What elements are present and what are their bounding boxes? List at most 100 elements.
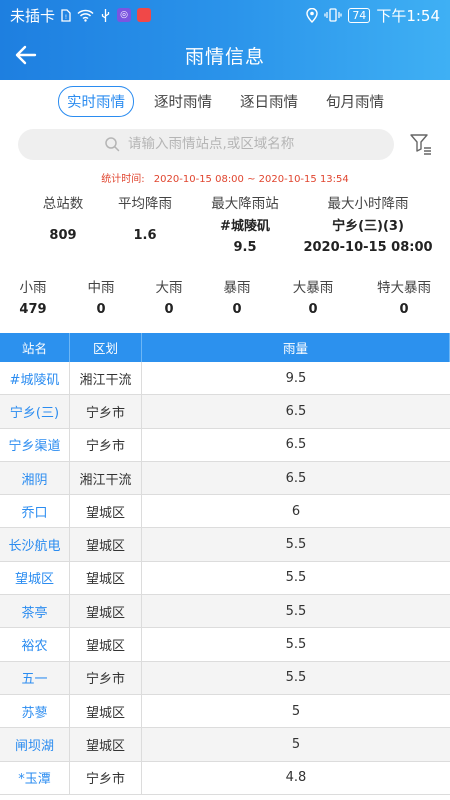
level-label: 小雨 (19, 280, 47, 296)
station-name-link[interactable]: 长沙航电 (0, 528, 70, 561)
station-name-link[interactable]: 望城区 (0, 561, 70, 595)
carrier-text: 未插卡 (10, 6, 56, 25)
table-row[interactable]: 望城区 望城区 5.5 (0, 561, 450, 596)
station-name-link[interactable]: 茶亭 (0, 595, 70, 628)
tab-bar: 实时雨情 逐时雨情 逐日雨情 旬月雨情 (0, 85, 450, 117)
rainfall-cell: 5.5 (285, 670, 307, 686)
region-cell: 望城区 (70, 628, 142, 661)
app-notification-icon: ◎ (117, 8, 132, 22)
clock-text: 下午1:54 (376, 6, 440, 25)
rainfall-cell: 4.8 (285, 770, 307, 786)
rain-level-stats: 小雨 479 中雨 0 大雨 0 暴雨 0 大暴雨 0 特大暴雨 0 (0, 278, 450, 328)
status-bar: 未插卡 ! ◎ 74 下午1:54 (0, 0, 450, 30)
tab-realtime-rain[interactable]: 实时雨情 (58, 85, 134, 117)
search-input[interactable] (128, 136, 308, 152)
table-row[interactable]: 湘阴 湘江干流 6.5 (0, 461, 450, 496)
total-stations-stat: 总站数 809 (28, 194, 98, 244)
level-label: 大雨 (155, 280, 183, 296)
table-row[interactable]: 苏蓼 望城区 5 (0, 694, 450, 729)
page-title: 雨情信息 (184, 45, 265, 68)
column-header-region[interactable]: 区划 (70, 333, 142, 362)
stat-time-range: 2020-10-15 08:00 ~ 2020-10-15 13:54 (153, 174, 349, 185)
station-name-link[interactable]: #城陵矶 (0, 362, 70, 395)
max-station-name: #城陵矶 (220, 219, 270, 234)
level-heavy-rain: 大雨 0 (146, 278, 192, 317)
station-name-link[interactable]: 宁乡(三) (0, 395, 70, 428)
max-station-stat: 最大降雨站 #城陵矶 9.5 (200, 194, 290, 256)
svg-text:!: ! (65, 14, 67, 21)
station-name-link[interactable]: 湘阴 (0, 461, 70, 495)
rainfall-cell: 6.5 (285, 403, 307, 419)
tab-daily-rain[interactable]: 逐日雨情 (232, 87, 306, 116)
rain-table: 站名 区划 雨量 #城陵矶 湘江干流 9.5 宁乡(三) 宁乡市 6.5 宁乡渠道 宁乡市 6.… (0, 333, 450, 795)
station-name-link[interactable]: 裕农 (0, 628, 70, 661)
max-station-value: 9.5 (233, 240, 257, 255)
wifi-icon (77, 9, 94, 22)
max-hourly-stat: 最大小时降雨 宁乡(三)(3) 2020-10-15 08:00 (298, 194, 438, 256)
region-cell: 望城区 (70, 694, 142, 728)
column-header-rainfall[interactable]: 雨量 (142, 333, 450, 362)
table-row[interactable]: 茶亭 望城区 5.5 (0, 595, 450, 629)
region-cell: 宁乡市 (70, 661, 142, 694)
level-label: 特大暴雨 (377, 280, 431, 296)
station-name-link[interactable]: 苏蓼 (0, 694, 70, 728)
tab-monthly-rain[interactable]: 旬月雨情 (318, 87, 392, 116)
table-row[interactable]: 闸坝湖 望城区 5 (0, 728, 450, 762)
level-rainstorm: 暴雨 0 (214, 278, 260, 317)
level-value: 0 (164, 302, 174, 317)
region-cell: 宁乡市 (70, 395, 142, 428)
station-name-link[interactable]: 五一 (0, 661, 70, 694)
table-row[interactable]: *玉潭 宁乡市 4.8 (0, 761, 450, 795)
table-row[interactable]: 宁乡渠道 宁乡市 6.5 (0, 428, 450, 462)
station-name-link[interactable]: 闸坝湖 (0, 728, 70, 761)
level-moderate-rain: 中雨 0 (78, 278, 124, 317)
region-cell: 望城区 (70, 595, 142, 628)
stat-time-label: 统计时间: (101, 174, 145, 185)
table-row[interactable]: 长沙航电 望城区 5.5 (0, 528, 450, 562)
level-value: 0 (96, 302, 106, 317)
column-header-station[interactable]: 站名 (0, 333, 70, 362)
level-label: 大暴雨 (292, 280, 334, 296)
rainfall-cell: 6 (291, 503, 301, 519)
table-header: 站名 区划 雨量 (0, 333, 450, 362)
region-cell: 望城区 (70, 495, 142, 528)
station-name-link[interactable]: 乔口 (0, 495, 70, 528)
filter-icon (410, 134, 431, 155)
arrow-left-icon (15, 45, 37, 65)
search-box[interactable] (18, 128, 394, 160)
region-cell: 宁乡市 (70, 761, 142, 794)
level-value: 479 (19, 302, 47, 317)
tab-hourly-rain[interactable]: 逐时雨情 (146, 87, 220, 116)
level-value: 0 (308, 302, 318, 317)
level-value: 0 (232, 302, 242, 317)
max-hourly-label: 最大小时降雨 (327, 196, 409, 212)
table-row[interactable]: 裕农 望城区 5.5 (0, 628, 450, 662)
table-row[interactable]: 五一 宁乡市 5.5 (0, 661, 450, 695)
total-stations-value: 809 (49, 228, 77, 243)
filter-button[interactable] (408, 131, 434, 157)
station-name-link[interactable]: 宁乡渠道 (0, 428, 70, 461)
max-station-label: 最大降雨站 (211, 196, 279, 212)
avg-rain-value: 1.6 (133, 228, 157, 243)
location-icon (306, 7, 319, 23)
level-heavy-rainstorm: 大暴雨 0 (282, 278, 344, 317)
avg-rain-stat: 平均降雨 1.6 (110, 194, 180, 244)
search-row (18, 128, 438, 160)
battery-icon: 74 (348, 7, 371, 23)
region-cell: 望城区 (70, 528, 142, 561)
station-name-link[interactable]: *玉潭 (0, 761, 70, 794)
message-notification-icon (137, 8, 152, 22)
back-button[interactable] (10, 40, 42, 70)
region-cell: 宁乡市 (70, 428, 142, 461)
search-icon (105, 137, 120, 152)
total-stations-label: 总站数 (42, 196, 84, 212)
region-cell: 湘江干流 (70, 362, 142, 395)
usb-icon (100, 8, 111, 23)
level-label: 暴雨 (223, 280, 251, 296)
table-row[interactable]: #城陵矶 湘江干流 9.5 (0, 362, 450, 396)
table-row[interactable]: 宁乡(三) 宁乡市 6.5 (0, 395, 450, 429)
rainfall-cell: 5 (291, 736, 301, 752)
table-row[interactable]: 乔口 望城区 6 (0, 495, 450, 529)
sim-icon: ! (61, 8, 71, 22)
region-cell: 望城区 (70, 561, 142, 595)
